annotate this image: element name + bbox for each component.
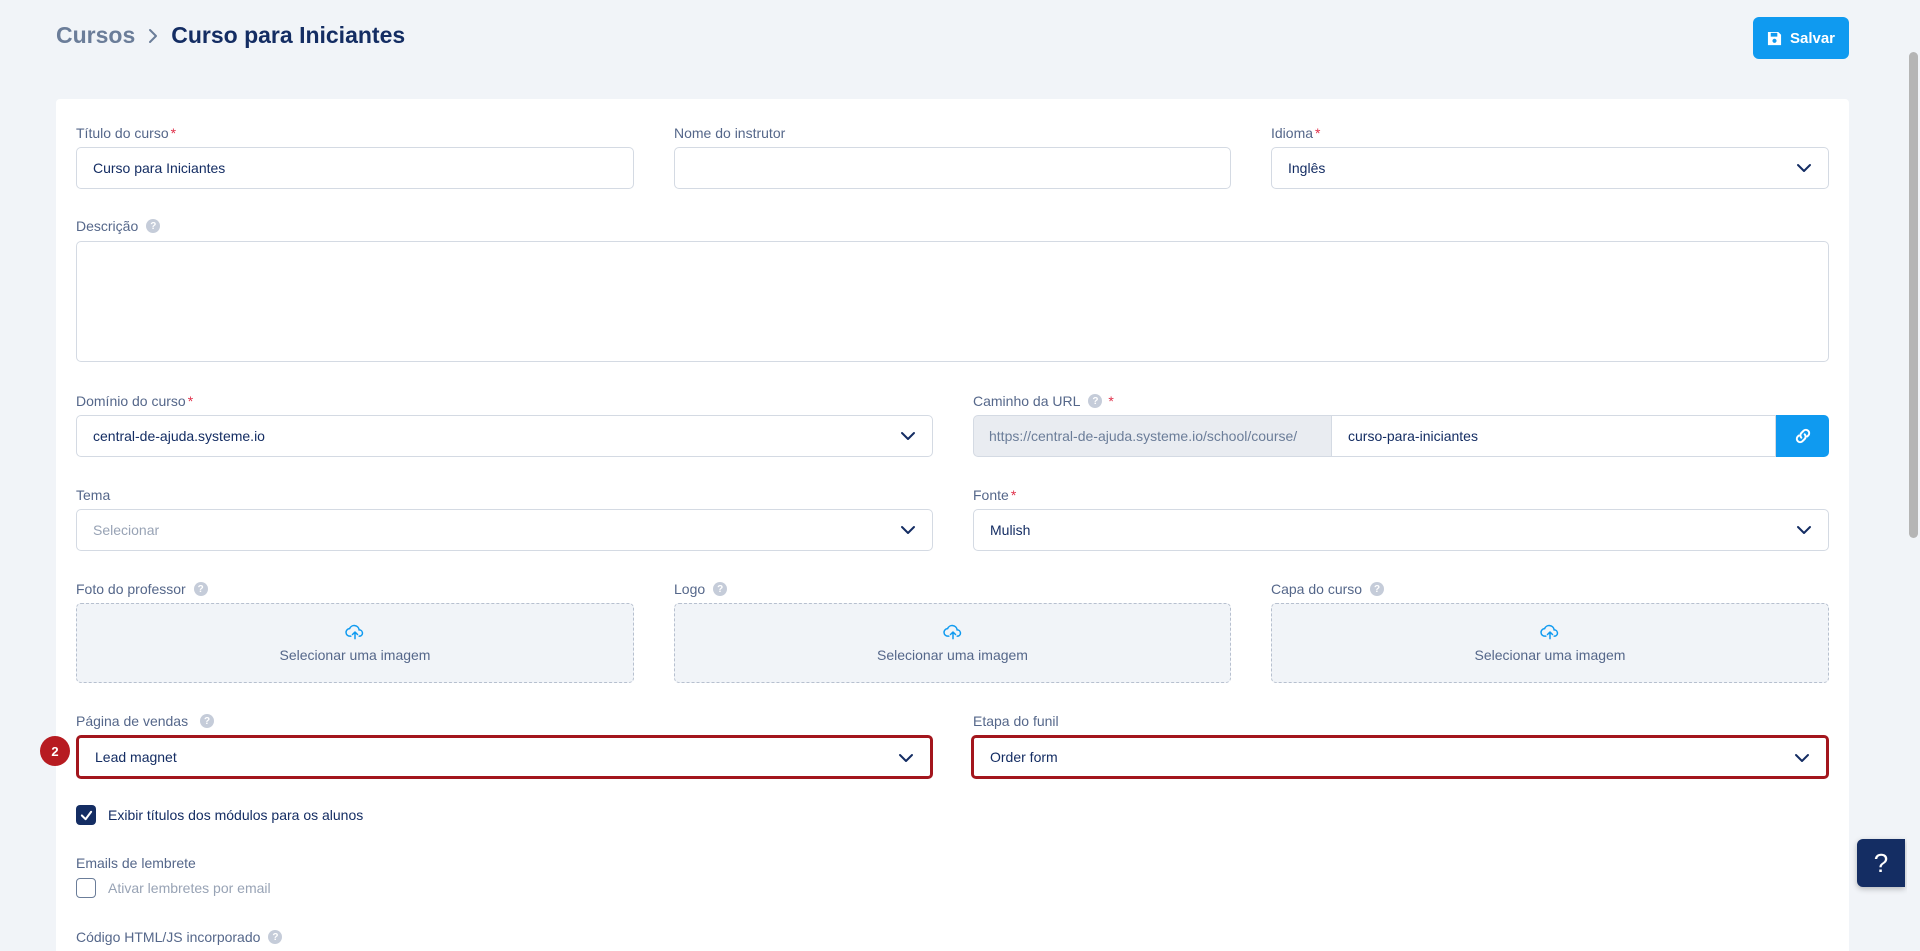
instructor-name-input[interactable] (674, 147, 1231, 189)
cover-upload[interactable]: Selecionar uma imagem (1271, 603, 1829, 683)
funnel-step-select[interactable]: Order form (971, 735, 1829, 779)
help-icon[interactable]: ? (713, 582, 728, 596)
breadcrumb: Cursos Curso para Iniciantes (56, 22, 405, 49)
help-icon[interactable]: ? (200, 714, 215, 728)
url-prefix: https://central-de-ajuda.systeme.io/scho… (973, 415, 1331, 457)
chevron-down-icon (1795, 754, 1809, 762)
logo-upload[interactable]: Selecionar uma imagem (674, 603, 1231, 683)
cloud-upload-icon (345, 624, 364, 640)
chevron-down-icon (1797, 164, 1811, 172)
help-icon[interactable]: ? (1088, 394, 1103, 408)
url-path-label: Caminho da URL? * (973, 393, 1114, 409)
cover-label: Capa do curso? (1271, 581, 1385, 597)
chevron-down-icon (899, 754, 913, 762)
instructor-label: Nome do instrutor (674, 125, 786, 141)
help-button[interactable]: ? (1857, 839, 1905, 887)
chevron-down-icon (901, 526, 915, 534)
save-icon (1767, 31, 1782, 45)
scrollbar-thumb[interactable] (1909, 52, 1918, 538)
reminder-emails-section-label: Emails de lembrete (76, 855, 196, 871)
chevron-down-icon (901, 432, 915, 440)
help-icon[interactable]: ? (1370, 582, 1385, 596)
theme-select[interactable]: Selecionar (76, 509, 933, 551)
language-select[interactable]: Inglês (1271, 147, 1829, 189)
chevron-down-icon (1797, 526, 1811, 534)
sales-page-select[interactable]: Lead magnet (76, 735, 933, 779)
reminder-emails-label[interactable]: Ativar lembretes por email (108, 880, 271, 896)
logo-label: Logo? (674, 581, 728, 597)
show-module-titles-label[interactable]: Exibir títulos dos módulos para os aluno… (108, 807, 363, 823)
chevron-right-icon (145, 28, 161, 44)
font-label: Fonte * (973, 487, 1017, 503)
sales-page-label: Página de vendas? (76, 713, 215, 729)
description-textarea[interactable] (76, 241, 1829, 362)
show-module-titles-checkbox[interactable] (76, 805, 96, 825)
page-title: Curso para Iniciantes (171, 22, 406, 48)
save-button-label: Salvar (1789, 29, 1836, 47)
save-button[interactable]: Salvar (1753, 17, 1849, 59)
link-icon (1795, 428, 1810, 444)
title-label: Título do curso * (76, 125, 177, 141)
copy-link-button[interactable] (1776, 415, 1829, 457)
language-label: Idioma * (1271, 125, 1321, 141)
course-settings-card: Título do curso * Curso para Iniciantes N… (56, 99, 1849, 951)
funnel-step-label: Etapa do funil (973, 713, 1059, 729)
help-icon[interactable]: ? (268, 930, 283, 944)
embed-code-label: Código HTML/JS incorporado? (76, 929, 283, 945)
cloud-upload-icon (1540, 624, 1559, 640)
help-icon[interactable]: ? (146, 219, 161, 233)
teacher-photo-upload[interactable]: Selecionar uma imagem (76, 603, 634, 683)
scrollbar-track[interactable] (1907, 0, 1920, 951)
font-select[interactable]: Mulish (973, 509, 1829, 551)
domain-label: Domínio do curso * (76, 393, 194, 409)
description-label: Descrição? (76, 218, 161, 234)
domain-select[interactable]: central-de-ajuda.systeme.io (76, 415, 933, 457)
help-icon[interactable]: ? (193, 582, 208, 596)
breadcrumb-root-link[interactable]: Cursos (56, 22, 135, 49)
cloud-upload-icon (942, 624, 961, 640)
url-slug-input[interactable]: curso-para-iniciantes (1331, 415, 1776, 457)
theme-label: Tema (76, 487, 111, 503)
teacher-photo-label: Foto do professor? (76, 581, 208, 597)
reminder-emails-checkbox[interactable] (76, 878, 96, 898)
check-icon (80, 810, 92, 820)
course-title-input[interactable]: Curso para Iniciantes (76, 147, 634, 189)
step-annotation-badge: 2 (40, 736, 70, 766)
